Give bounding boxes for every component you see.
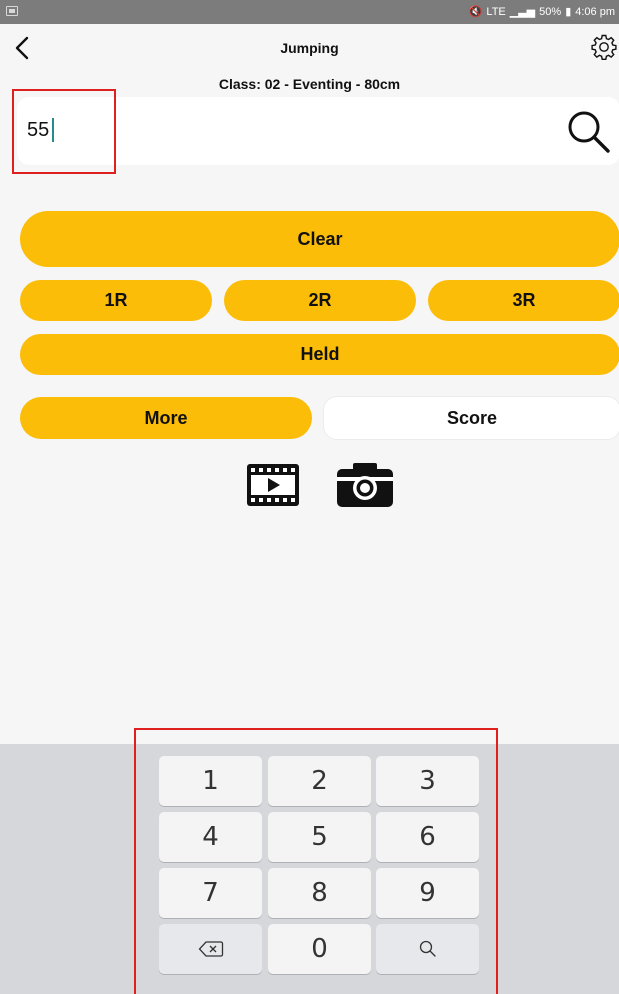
battery-icon: ▮ — [565, 6, 572, 18]
page-title: Jumping — [280, 40, 339, 56]
status-bar: 🔇 LTE ▁▃▅ 50% ▮ 4:06 pm — [0, 0, 619, 24]
battery-label: 50% — [539, 5, 562, 18]
2r-button[interactable]: 2R — [224, 280, 416, 321]
camera-icon[interactable] — [335, 461, 395, 509]
time-label: 4:06 pm — [575, 5, 615, 18]
held-button[interactable]: Held — [20, 334, 619, 375]
keypad-highlight-box — [134, 728, 498, 994]
notification-icon — [6, 6, 18, 16]
3r-button[interactable]: 3R — [428, 280, 619, 321]
more-button[interactable]: More — [20, 397, 312, 439]
status-right: 🔇 LTE ▁▃▅ 50% ▮ 4:06 pm — [468, 5, 615, 19]
signal-icon: ▁▃▅ — [509, 6, 536, 18]
score-button[interactable]: Score — [323, 396, 619, 440]
app-screen: 🔇 LTE ▁▃▅ 50% ▮ 4:06 pm Jumping Class: 0… — [0, 0, 619, 994]
search-highlight-box — [12, 89, 116, 174]
top-bar: Jumping — [0, 24, 619, 72]
clear-button[interactable]: Clear — [20, 211, 619, 267]
signal-label: LTE — [486, 5, 506, 18]
1r-button[interactable]: 1R — [20, 280, 212, 321]
search-icon[interactable] — [564, 107, 614, 157]
video-icon[interactable] — [245, 462, 301, 508]
settings-gear-icon[interactable] — [589, 32, 619, 62]
mute-icon: 🔇 — [468, 6, 483, 18]
